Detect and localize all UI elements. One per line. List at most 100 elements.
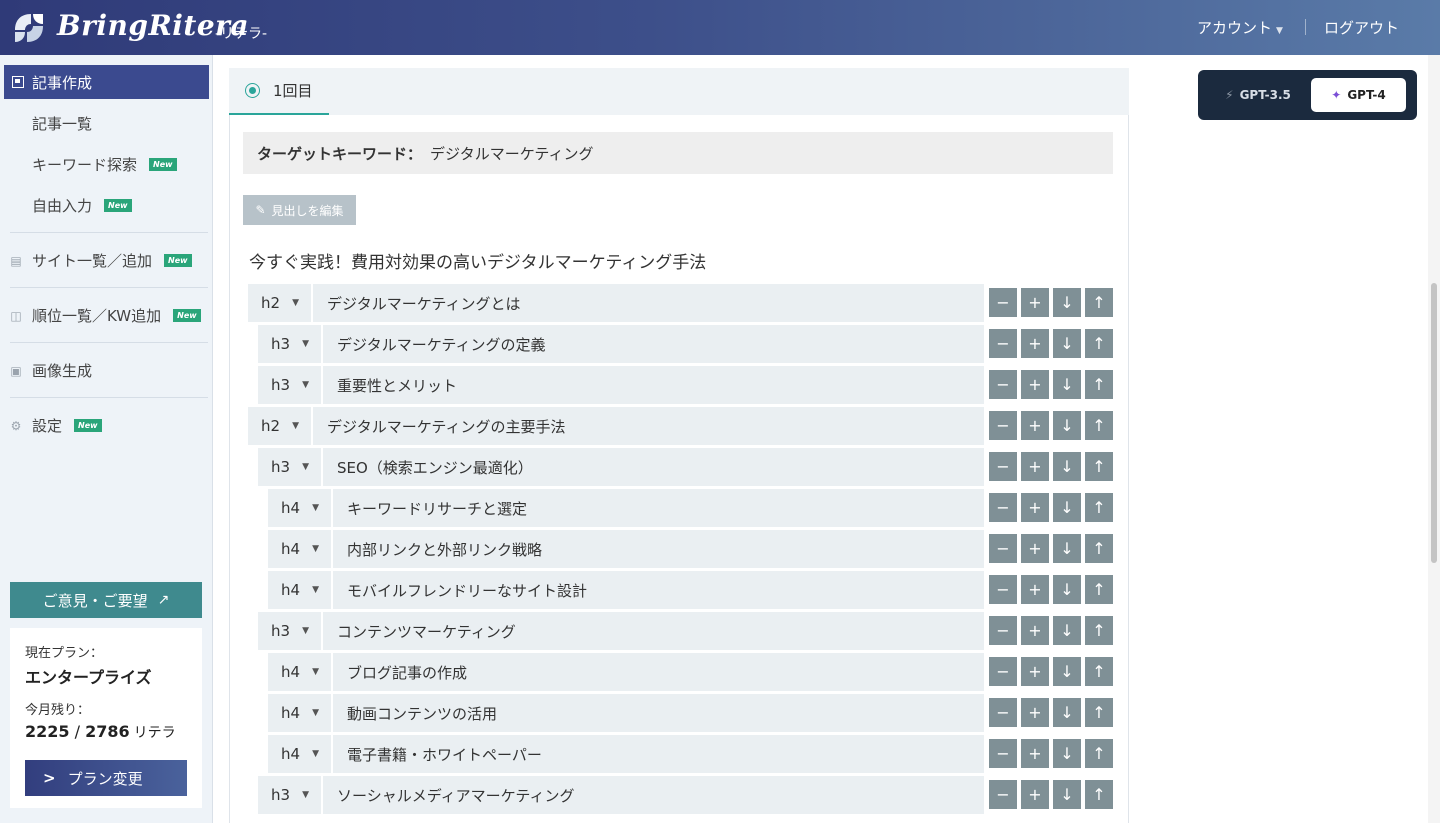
- remove-heading-button[interactable]: −: [989, 739, 1017, 768]
- heading-text-field[interactable]: コンテンツマーケティング: [323, 612, 984, 650]
- move-up-button[interactable]: ↑: [1085, 493, 1113, 522]
- move-down-button[interactable]: ↓: [1053, 493, 1081, 522]
- gpt35-option[interactable]: ⚡ GPT-3.5: [1210, 79, 1306, 111]
- move-up-button[interactable]: ↑: [1085, 411, 1113, 440]
- remove-heading-button[interactable]: −: [989, 288, 1017, 317]
- sidebar-item-free-input[interactable]: 自由入力 New: [32, 195, 132, 216]
- add-heading-button[interactable]: +: [1021, 288, 1049, 317]
- remove-heading-button[interactable]: −: [989, 452, 1017, 481]
- move-up-button[interactable]: ↑: [1085, 370, 1113, 399]
- move-down-button[interactable]: ↓: [1053, 698, 1081, 727]
- remove-heading-button[interactable]: −: [989, 575, 1017, 604]
- add-heading-button[interactable]: +: [1021, 698, 1049, 727]
- add-heading-button[interactable]: +: [1021, 739, 1049, 768]
- move-up-button[interactable]: ↑: [1085, 452, 1113, 481]
- add-heading-button[interactable]: +: [1021, 534, 1049, 563]
- minus-icon: −: [996, 416, 1010, 435]
- heading-level-select[interactable]: h4 ▼: [268, 530, 333, 568]
- heading-text-field[interactable]: 電子書籍・ホワイトペーパー: [333, 735, 984, 773]
- add-heading-button[interactable]: +: [1021, 657, 1049, 686]
- heading-level-select[interactable]: h3 ▼: [258, 448, 323, 486]
- heading-text-field[interactable]: 動画コンテンツの活用: [333, 694, 984, 732]
- logout-link[interactable]: ログアウト: [1324, 17, 1399, 38]
- add-heading-button[interactable]: +: [1021, 370, 1049, 399]
- move-down-button[interactable]: ↓: [1053, 370, 1081, 399]
- heading-level-select[interactable]: h4 ▼: [268, 489, 333, 527]
- heading-level-select[interactable]: h2 ▼: [248, 284, 313, 322]
- feedback-button[interactable]: ご意見・ご要望 ↗: [10, 582, 202, 618]
- account-menu[interactable]: アカウント ▼: [1197, 17, 1283, 38]
- remove-heading-button[interactable]: −: [989, 616, 1017, 645]
- sidebar-item-settings[interactable]: ⚙ 設定 New: [10, 415, 102, 436]
- sidebar-item-create-article[interactable]: 記事作成: [4, 65, 209, 99]
- change-plan-button[interactable]: > プラン変更: [25, 760, 187, 796]
- sidebar-item-rankings[interactable]: ◫ 順位一覧／KW追加 New: [10, 305, 201, 326]
- move-down-button[interactable]: ↓: [1053, 575, 1081, 604]
- move-up-button[interactable]: ↑: [1085, 739, 1113, 768]
- move-down-button[interactable]: ↓: [1053, 288, 1081, 317]
- remove-heading-button[interactable]: −: [989, 698, 1017, 727]
- sidebar-item-image-generation[interactable]: ▣ 画像生成: [10, 360, 92, 381]
- move-down-button[interactable]: ↓: [1053, 411, 1081, 440]
- move-down-button[interactable]: ↓: [1053, 329, 1081, 358]
- move-down-button[interactable]: ↓: [1053, 616, 1081, 645]
- remove-heading-button[interactable]: −: [989, 534, 1017, 563]
- move-down-button[interactable]: ↓: [1053, 657, 1081, 686]
- remove-heading-button[interactable]: −: [989, 780, 1017, 809]
- heading-text-field[interactable]: 内部リンクと外部リンク戦略: [333, 530, 984, 568]
- move-up-button[interactable]: ↑: [1085, 698, 1113, 727]
- move-down-button[interactable]: ↓: [1053, 452, 1081, 481]
- move-up-button[interactable]: ↑: [1085, 780, 1113, 809]
- gpt4-option[interactable]: ✦ GPT-4: [1311, 78, 1406, 112]
- move-up-button[interactable]: ↑: [1085, 657, 1113, 686]
- chevron-down-icon: ▼: [312, 503, 319, 513]
- move-down-button[interactable]: ↓: [1053, 780, 1081, 809]
- heading-level-select[interactable]: h3 ▼: [258, 776, 323, 814]
- heading-level-select[interactable]: h4 ▼: [268, 694, 333, 732]
- heading-text-field[interactable]: デジタルマーケティングとは: [313, 284, 984, 322]
- add-heading-button[interactable]: +: [1021, 452, 1049, 481]
- move-down-button[interactable]: ↓: [1053, 739, 1081, 768]
- heading-text-field[interactable]: ソーシャルメディアマーケティング: [323, 776, 984, 814]
- heading-text-field[interactable]: SEO（検索エンジン最適化）: [323, 448, 984, 486]
- heading-text-field[interactable]: キーワードリサーチと選定: [333, 489, 984, 527]
- add-heading-button[interactable]: +: [1021, 493, 1049, 522]
- heading-level-select[interactable]: h3 ▼: [258, 366, 323, 404]
- heading-level-select[interactable]: h2 ▼: [248, 407, 313, 445]
- add-heading-button[interactable]: +: [1021, 575, 1049, 604]
- add-heading-button[interactable]: +: [1021, 329, 1049, 358]
- move-up-button[interactable]: ↑: [1085, 329, 1113, 358]
- heading-level-select[interactable]: h4 ▼: [268, 653, 333, 691]
- move-up-button[interactable]: ↑: [1085, 534, 1113, 563]
- chevron-down-icon: ▼: [302, 626, 309, 636]
- heading-text-field[interactable]: ブログ記事の作成: [333, 653, 984, 691]
- remove-heading-button[interactable]: −: [989, 370, 1017, 399]
- scrollbar-thumb[interactable]: [1431, 283, 1437, 563]
- sidebar-item-sites[interactable]: ▤ サイト一覧／追加 New: [10, 250, 192, 271]
- add-heading-button[interactable]: +: [1021, 780, 1049, 809]
- heading-text-field[interactable]: デジタルマーケティングの主要手法: [313, 407, 984, 445]
- sidebar-item-article-list[interactable]: 記事一覧: [32, 113, 92, 134]
- move-up-button[interactable]: ↑: [1085, 616, 1113, 645]
- move-up-button[interactable]: ↑: [1085, 575, 1113, 604]
- page-scrollbar[interactable]: [1428, 55, 1440, 823]
- add-heading-button[interactable]: +: [1021, 411, 1049, 440]
- heading-level-select[interactable]: h4 ▼: [268, 735, 333, 773]
- sidebar-item-keyword-search[interactable]: キーワード探索 New: [32, 154, 177, 175]
- remove-heading-button[interactable]: −: [989, 411, 1017, 440]
- remove-heading-button[interactable]: −: [989, 329, 1017, 358]
- heading-text-field[interactable]: モバイルフレンドリーなサイト設計: [333, 571, 984, 609]
- heading-level-select[interactable]: h3 ▼: [258, 325, 323, 363]
- heading-text-field[interactable]: 重要性とメリット: [323, 366, 984, 404]
- tab-round-1[interactable]: 1回目: [229, 68, 329, 115]
- add-heading-button[interactable]: +: [1021, 616, 1049, 645]
- move-up-button[interactable]: ↑: [1085, 288, 1113, 317]
- remove-heading-button[interactable]: −: [989, 657, 1017, 686]
- move-down-button[interactable]: ↓: [1053, 534, 1081, 563]
- remove-heading-button[interactable]: −: [989, 493, 1017, 522]
- heading-level-select[interactable]: h3 ▼: [258, 612, 323, 650]
- heading-text-field[interactable]: デジタルマーケティングの定義: [323, 325, 984, 363]
- chevron-down-icon: ▼: [302, 380, 309, 390]
- heading-level-select[interactable]: h4 ▼: [268, 571, 333, 609]
- edit-headings-button[interactable]: ✎ 見出しを編集: [243, 195, 356, 225]
